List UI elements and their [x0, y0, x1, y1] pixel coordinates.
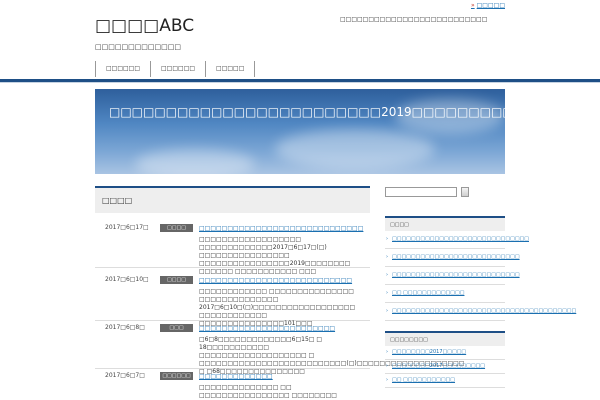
post-body: □□□□□□□□□□□□□ □□□□□□□□□□□□□□ □□ □□□□□□□□…	[199, 372, 369, 400]
post-body: □□□□□□□□□□□□□□□□□□□□□□□□□□□□□ □□□□□□□□□□…	[199, 224, 369, 276]
hero-text: □□□□□□□□□□□□□□□□□□□□□□□□2019□□□□□□□□□202…	[109, 105, 505, 119]
widget-list-item[interactable]: › □□□□□□□□2017□□□□□□□□□	[385, 360, 505, 374]
search-button[interactable]	[461, 187, 469, 197]
header-divider-light	[0, 82, 600, 83]
post-title-link[interactable]: □□□□□□□□□□□□□□□□□□□□□□□□□□□□□	[199, 224, 369, 233]
post-date: 2017□6□17□	[105, 224, 149, 231]
arrow-right-icon: ›	[386, 272, 388, 278]
post-body: □□□□□□□□□□□□□□□□□□□□□□□□□□□ □□□□□□□□□□□□…	[199, 276, 369, 328]
widget-list-item[interactable]: › □□□□□□□□□□□□□□□□□□□□□□□□□□□	[385, 249, 520, 267]
nav-item-2[interactable]: □□□□□□	[150, 61, 205, 77]
post-item: 2017□6□10□ □□□□ □□□□□□□□□□□□□□□□□□□□□□□□…	[95, 276, 370, 327]
post-date: 2017□6□7□	[105, 372, 145, 379]
post-category-badge[interactable]: □□□□	[160, 224, 193, 232]
bullet-icon: »	[470, 2, 475, 9]
widget-link-label: □□□□□□□□□□□□□□□□□□□□□□□□□□□	[392, 254, 520, 260]
widget-link-label: □□ □□□□□□□□□□□□□	[392, 290, 465, 296]
widget-categories: □□□□□□□□ › □□□□□□□□2017□□□□□ › □□□□□□□□201…	[385, 331, 505, 388]
widget-recent-posts: □□□□ › □□□□□□□□□□□□□□□□□□□□□□□□□□□□□ › □□□…	[385, 216, 576, 321]
search-input[interactable]	[385, 187, 457, 197]
arrow-right-icon: ›	[386, 349, 388, 355]
widget-link-label: □□□□□□□□□□□□□□□□□□□□□□□□□□□□□	[392, 236, 529, 242]
top-link[interactable]: » □□□□□	[471, 2, 505, 9]
arrow-right-icon: ›	[386, 290, 388, 296]
sidebar: □□□□ › □□□□□□□□□□□□□□□□□□□□□□□□□□□□□ › □□□…	[385, 186, 576, 388]
widget-link-label: □□□□□□□□□□□□□□□□□□□□□□□□□□□□□□□□□□□□□□□	[392, 308, 577, 314]
site-title[interactable]: □□□□ABC	[95, 16, 194, 36]
post-excerpt: □6□8□□□□□□□□□□□□□6□15□ □ 18□□□□□□□□□□□ □…	[199, 336, 465, 375]
post-title-link[interactable]: □□□□□□□□□□□□□	[199, 372, 369, 381]
main-content: □□□□ 2017□6□17□ □□□□ □□□□□□□□□□□□□□□□□□□…	[95, 186, 464, 400]
site-description: □□□□□□□□□□□□□	[95, 43, 181, 51]
arrow-right-icon: ›	[386, 308, 388, 314]
widget-list-item[interactable]: › □□ □□□□□□□□□□□	[385, 374, 505, 388]
post-item: 2017□6□17□ □□□□ □□□□□□□□□□□□□□□□□□□□□□□□…	[95, 224, 370, 275]
widget-title: □□□□	[385, 216, 505, 231]
widget-list-item[interactable]: › □□□□□□□□□□□□□□□□□□□□□□□□□□□	[385, 267, 520, 285]
post-category-badge[interactable]: □□□□□□	[160, 372, 193, 380]
post-title-link[interactable]: □□□□□□□□□□□□□□□□□□□□□□□□□□□	[199, 276, 369, 285]
top-bar: » □□□□□	[0, 0, 600, 12]
post-item: 2017□6□7□ □□□□□□ □□□□□□□□□□□□□ □□□□□□□□□…	[95, 372, 370, 400]
section-title: □□□□	[95, 186, 370, 213]
cloud-shape	[135, 149, 255, 174]
widget-list-item[interactable]: › □□□□□□□□□□□□□□□□□□□□□□□□□□□□□□□□□□□□□□□	[385, 303, 576, 321]
widget-title: □□□□□□□□	[385, 331, 505, 346]
post-date: 2017□6□10□	[105, 276, 149, 283]
widget-link-label: □□□□□□□□2017□□□□□	[392, 349, 467, 355]
cloud-shape	[275, 129, 435, 169]
hero-banner: □□□□□□□□□□□□□□□□□□□□□□□□2019□□□□□□□□□202…	[95, 89, 505, 174]
post-item: 2017□6□8□ □□□ □□□□□□□□□□□□□□□□□□□□□□□□ □…	[95, 324, 464, 375]
post-excerpt: □□□□□□□□□□□□ □□□□□□□□□□□□□□□ □□□□□□□□□□□…	[199, 288, 356, 327]
widget-list: › □□□□□□□□□□□□□□□□□□□□□□□□□□□□□ › □□□□□□□□…	[385, 231, 576, 321]
post-excerpt: □□□□□□□□□□□□□□ □□ □□□□□□□□□□□□□□□□ □□□□□…	[199, 384, 337, 399]
global-nav: □□□□□□ □□□□□□ □□□□□	[95, 61, 256, 77]
post-category-badge[interactable]: □□□□	[160, 276, 193, 284]
post-body: □□□□□□□□□□□□□□□□□□□□□□□□ □6□8□□□□□□□□□□□…	[199, 324, 465, 376]
arrow-right-icon: ›	[386, 254, 388, 260]
widget-link-label: □□ □□□□□□□□□□□	[392, 377, 456, 383]
widget-link-label: □□□□□□□□□□□□□□□□□□□□□□□□□□□	[392, 272, 520, 278]
post-category-badge[interactable]: □□□	[160, 324, 193, 332]
search-form	[385, 186, 505, 198]
top-link-label: □□□□□	[476, 2, 505, 9]
arrow-right-icon: ›	[386, 363, 388, 369]
arrow-right-icon: ›	[386, 236, 388, 242]
widget-list: › □□□□□□□□2017□□□□□ › □□□□□□□□2017□□□□□□□□…	[385, 346, 505, 388]
nav-item-3[interactable]: □□□□□	[205, 61, 256, 77]
arrow-right-icon: ›	[386, 377, 388, 383]
widget-list-item[interactable]: › □□ □□□□□□□□□□□□□	[385, 285, 505, 303]
header-tagline: □□□□□□□□□□□□□□□□□□□□□□□□□□	[340, 16, 488, 23]
post-excerpt: □□□□□□□□□□□□□□□□□□ □□□□□□□□□□□□□2017□6□1…	[199, 236, 351, 275]
widget-list-item[interactable]: › □□□□□□□□□□□□□□□□□□□□□□□□□□□□□	[385, 231, 529, 249]
nav-item-1[interactable]: □□□□□□	[95, 61, 150, 77]
widget-link-label: □□□□□□□□2017□□□□□□□□□	[392, 363, 486, 369]
post-title-link[interactable]: □□□□□□□□□□□□□□□□□□□□□□□□	[199, 324, 369, 333]
post-date: 2017□6□8□	[105, 324, 145, 331]
widget-list-item[interactable]: › □□□□□□□□2017□□□□□	[385, 346, 505, 360]
